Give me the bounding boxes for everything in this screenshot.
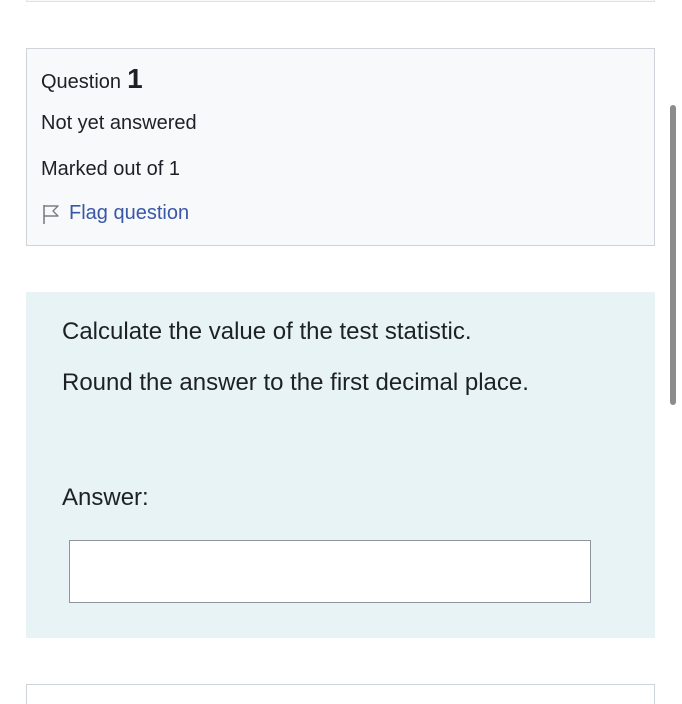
question-formulation: Calculate the value of the test statisti… — [26, 292, 655, 638]
flag-icon — [41, 203, 61, 225]
question-label: Question — [41, 71, 122, 93]
flag-question-label[interactable]: Flag question — [69, 202, 189, 225]
question-heading: Question 1 — [41, 63, 143, 95]
question-grade: Marked out of 1 — [41, 158, 180, 180]
next-question-card-edge — [26, 684, 655, 704]
question-info-panel: Question 1 Not yet answered Marked out o… — [26, 48, 655, 246]
answer-label: Answer: — [62, 484, 149, 511]
question-prompt: Calculate the value of the test statisti… — [62, 318, 472, 345]
answer-input[interactable] — [69, 540, 591, 603]
flag-question-link[interactable]: Flag question — [41, 202, 189, 225]
question-number: 1 — [127, 63, 143, 94]
question-instruction: Round the answer to the first decimal pl… — [62, 369, 529, 396]
question-state: Not yet answered — [41, 112, 197, 134]
vertical-scrollbar[interactable] — [670, 105, 676, 405]
previous-card-edge — [26, 0, 655, 2]
